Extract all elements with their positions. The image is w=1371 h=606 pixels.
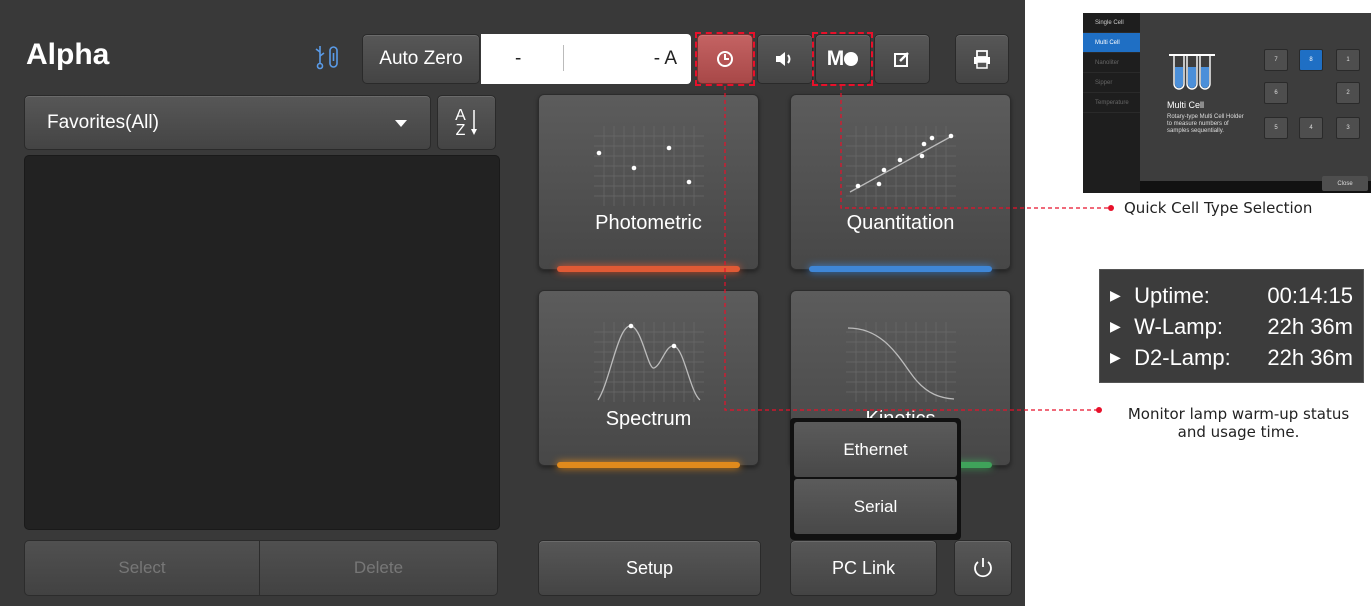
tile-spectrum[interactable]: Spectrum: [538, 290, 759, 468]
sort-letter-z: Z: [455, 121, 466, 139]
cell-option-temperature[interactable]: Temperature: [1083, 93, 1140, 113]
sort-az-button[interactable]: A Z: [437, 95, 496, 150]
spectrum-chart-icon: [594, 322, 704, 402]
serial-option[interactable]: Serial: [794, 479, 957, 534]
status-value: 00:14:15: [1267, 283, 1353, 308]
status-value: 22h 36m: [1267, 345, 1353, 370]
clock-icon: [717, 51, 733, 67]
quantitation-chart-icon: [846, 126, 956, 206]
readout-divider: [563, 45, 564, 71]
edit-button[interactable]: [874, 34, 930, 84]
status-label: W-Lamp:: [1134, 314, 1223, 339]
cell-position-1[interactable]: 1: [1336, 49, 1360, 71]
power-icon: [974, 558, 992, 578]
cell-dialog-close-button[interactable]: Close: [1322, 176, 1368, 191]
cell-option-nanoliter[interactable]: Nanoliter: [1083, 53, 1140, 73]
cell-option-single[interactable]: Single Cell: [1083, 13, 1140, 33]
cell-type-name: Multi Cell: [1167, 100, 1205, 110]
printer-icon: [974, 50, 990, 69]
lamp-status-callout: Monitor lamp warm-up status and usage ti…: [1106, 405, 1371, 441]
sort-az-icon: A Z: [455, 106, 478, 139]
lamp-callout-line-2: and usage time.: [1177, 423, 1300, 441]
tile-quantitation-label: Quantitation: [846, 212, 955, 234]
status-row-w-lamp: ▶ W-Lamp: 22h 36m: [1110, 311, 1363, 342]
delete-button[interactable]: Delete: [259, 540, 498, 596]
edit-icon: [894, 52, 909, 67]
cell-position-5[interactable]: 5: [1264, 117, 1288, 139]
multi-cell-label: M: [826, 47, 844, 70]
status-label: D2-Lamp:: [1134, 345, 1231, 370]
ethernet-option[interactable]: Ethernet: [794, 422, 957, 477]
lamp-status-button[interactable]: [697, 34, 753, 84]
cell-position-2[interactable]: 2: [1336, 82, 1360, 104]
cell-type-callout: Quick Cell Type Selection: [1124, 199, 1313, 217]
triangle-right-icon: ▶: [1110, 349, 1121, 365]
kinetics-chart-icon: [846, 322, 956, 402]
pc-link-menu: Ethernet Serial: [790, 418, 961, 540]
cell-option-sipper[interactable]: Sipper: [1083, 73, 1140, 93]
tile-spectrum-label: Spectrum: [605, 408, 692, 430]
cell-type-button[interactable]: M: [815, 34, 871, 84]
tile-photometric-label: Photometric: [595, 212, 702, 234]
lamp-status-panel: ▶ Uptime: 00:14:15 ▶ W-Lamp: 22h 36m ▶ D…: [1099, 269, 1364, 383]
tile-photometric-accent: [557, 266, 740, 272]
usb-link-icon: [315, 46, 338, 70]
app-title: Alpha: [26, 38, 110, 71]
status-label: Uptime:: [1134, 283, 1210, 308]
select-button[interactable]: Select: [24, 540, 260, 596]
cell-position-7[interactable]: 7: [1264, 49, 1288, 71]
triangle-right-icon: ▶: [1110, 318, 1121, 334]
test-tubes-icon: [1169, 54, 1215, 90]
cell-type-detail: Multi Cell Rotary-type Multi Cell Holder…: [1140, 13, 1371, 181]
cell-position-6[interactable]: 6: [1264, 82, 1288, 104]
cell-position-8[interactable]: 8: [1299, 49, 1323, 71]
favorites-dropdown[interactable]: Favorites(All): [24, 95, 431, 150]
print-button[interactable]: [955, 34, 1009, 84]
cell-position-4[interactable]: 4: [1299, 117, 1323, 139]
tile-spectrum-accent: [557, 462, 740, 468]
cell-type-description: Rotary-type Multi Cell Holder to measure…: [1167, 114, 1244, 134]
sound-button[interactable]: [757, 34, 813, 84]
status-value: 22h 36m: [1267, 314, 1353, 339]
readout-wavelength: -: [515, 48, 522, 69]
readout-value: - A: [653, 48, 677, 69]
instrument-screen: Alpha Auto Zero - - A M Favorites(All) A…: [0, 0, 1025, 606]
tile-quantitation-accent: [809, 266, 992, 272]
lamp-callout-line-1: Monitor lamp warm-up status: [1127, 405, 1350, 423]
cell-option-multi[interactable]: Multi Cell: [1083, 33, 1140, 53]
setup-button[interactable]: Setup: [538, 540, 761, 596]
speaker-icon: [776, 52, 791, 66]
cell-holder-icon: [844, 52, 859, 66]
auto-zero-button[interactable]: Auto Zero: [362, 34, 480, 84]
power-button[interactable]: [954, 540, 1012, 596]
triangle-right-icon: ▶: [1110, 287, 1121, 303]
photometric-chart-icon: [594, 126, 704, 206]
chevron-down-icon: [395, 119, 407, 127]
status-row-uptime: ▶ Uptime: 00:14:15: [1110, 280, 1363, 311]
cell-position-3[interactable]: 3: [1336, 117, 1360, 139]
tile-quantitation[interactable]: Quantitation: [790, 94, 1011, 272]
sort-letter-a: A: [455, 106, 466, 124]
cell-type-sidebar: Single Cell Multi Cell Nanoliter Sipper …: [1083, 13, 1140, 193]
tile-photometric[interactable]: Photometric: [538, 94, 759, 272]
favorites-list[interactable]: [24, 155, 500, 530]
favorites-label: Favorites(All): [47, 111, 159, 133]
status-row-d2-lamp: ▶ D2-Lamp: 22h 36m: [1110, 342, 1363, 373]
cell-type-dialog: Single Cell Multi Cell Nanoliter Sipper …: [1083, 13, 1371, 193]
pc-link-button[interactable]: PC Link: [790, 540, 937, 596]
absorbance-readout: - - A: [481, 34, 691, 84]
